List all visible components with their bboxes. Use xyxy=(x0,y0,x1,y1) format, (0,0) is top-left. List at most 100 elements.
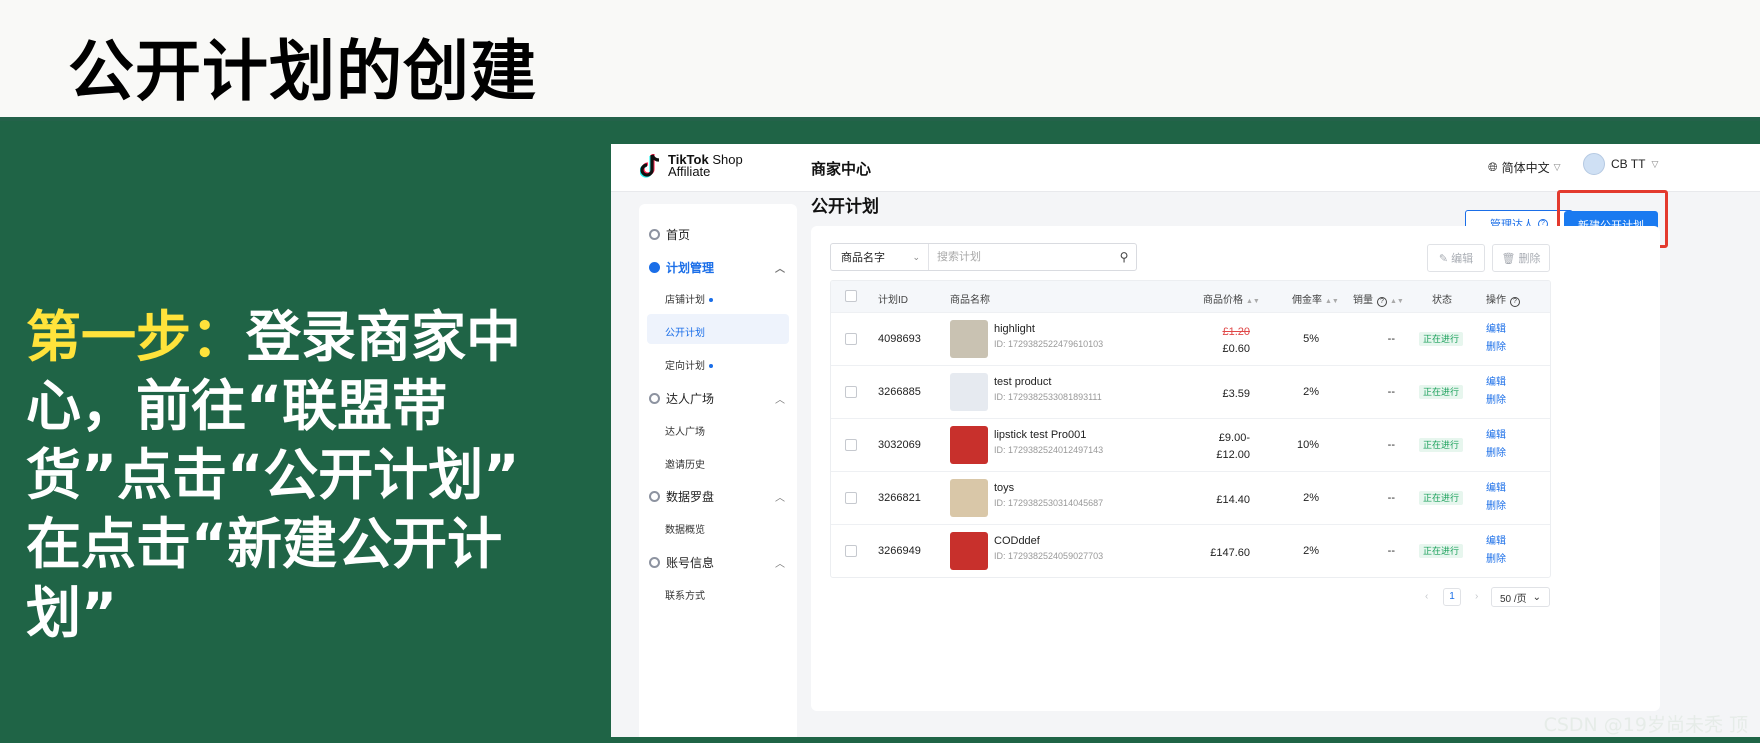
product-info: test product ID: 1729382533081893111 xyxy=(994,376,1102,402)
col-label: 操作 xyxy=(1486,295,1506,306)
table-row: 3266885 test product ID: 17293825330818931… xyxy=(831,365,1550,418)
sidebar-item-creator-square-sub[interactable]: 达人广场 xyxy=(665,423,705,438)
product-thumbnail xyxy=(950,532,988,570)
help-icon: ? xyxy=(1377,297,1387,307)
edit-link[interactable]: 编辑 xyxy=(1486,533,1506,551)
bulk-delete-button[interactable]: 🗑︎ 删除 xyxy=(1492,244,1550,272)
search-filter-select[interactable]: 商品名字 ⌄ xyxy=(831,244,929,270)
table-row: 3266821 toys ID: 1729382530314045687 £14.40… xyxy=(831,471,1550,524)
product-thumbnail xyxy=(950,479,988,517)
sidebar-item-data-compass[interactable]: 数据罗盘 ︿ xyxy=(649,488,785,505)
select-all-checkbox[interactable] xyxy=(845,290,857,302)
col-actions: 操作? xyxy=(1486,291,1520,307)
col-commission[interactable]: 佣金率 ▲▼ xyxy=(1292,291,1339,306)
sidebar-item-targeted-plan[interactable]: 定向计划 xyxy=(665,357,713,372)
sidebar-item-invite-history[interactable]: 邀请历史 xyxy=(665,456,705,471)
next-page-button[interactable]: › xyxy=(1475,591,1478,602)
sidebar-item-data-overview[interactable]: 数据概览 xyxy=(665,521,705,536)
badge-dot xyxy=(709,364,713,369)
sidebar-item-account-info[interactable]: 账号信息 ︿ xyxy=(649,554,785,571)
product-id: ID: 1729382533081893111 xyxy=(994,392,1102,402)
row-checkbox[interactable] xyxy=(845,439,857,451)
row-actions: 编辑 删除 xyxy=(1486,427,1506,463)
col-sales[interactable]: 销量? ▲▼ xyxy=(1353,291,1404,307)
sales-count: -- xyxy=(1387,386,1395,398)
sidebar-item-label: 计划管理 xyxy=(666,261,715,275)
language-selector[interactable]: 🌐︎ 简体中文 ▽ xyxy=(1488,159,1561,176)
status-badge: 正在进行 xyxy=(1419,491,1464,505)
row-checkbox[interactable] xyxy=(845,386,857,398)
sidebar-item-home[interactable]: 首页 xyxy=(649,226,690,243)
row-actions: 编辑 删除 xyxy=(1486,480,1506,516)
product-id: ID: 1729382522479610103 xyxy=(994,339,1104,349)
status-badge: 正在进行 xyxy=(1419,332,1464,346)
edit-link[interactable]: 编辑 xyxy=(1486,427,1506,445)
sidebar-item-creator-square[interactable]: 达人广场 ︿ xyxy=(649,390,785,407)
chevron-down-icon: ▽ xyxy=(1651,158,1659,169)
commission-rate: 10% xyxy=(1296,439,1319,451)
commission-rate: 5% xyxy=(1303,333,1319,345)
topbar-title: 商家中心 xyxy=(811,161,872,178)
slide-title: 公开计划的创建 xyxy=(68,33,537,110)
row-actions: 编辑 删除 xyxy=(1486,321,1506,357)
status-label: 正在进行 xyxy=(1419,491,1464,505)
sidebar-item-label: 数据罗盘 xyxy=(666,490,715,504)
chevron-down-icon: ⌄ xyxy=(912,251,920,262)
row-checkbox[interactable] xyxy=(845,492,857,504)
current-price: £3.59 xyxy=(1222,388,1250,400)
delete-link[interactable]: 删除 xyxy=(1486,498,1506,516)
product-info: CODddef ID: 1729382524059027703 xyxy=(994,535,1103,561)
col-label: 佣金率 xyxy=(1292,295,1322,306)
status-badge: 正在进行 xyxy=(1419,544,1464,558)
page-size-select[interactable]: 50 /页 ⌄ xyxy=(1491,587,1550,607)
prev-page-button[interactable]: ‹ xyxy=(1425,591,1428,602)
search-icon[interactable]: ⚲ xyxy=(1112,250,1136,264)
status-label: 正在进行 xyxy=(1419,438,1464,452)
tiktok-logo-icon xyxy=(640,154,660,178)
account-icon xyxy=(649,557,660,568)
col-price[interactable]: 商品价格 ▲▼ xyxy=(1203,291,1260,306)
product-name: lipstick test Pro001 xyxy=(994,429,1087,441)
page-1-button[interactable]: 1 xyxy=(1443,588,1461,606)
product-price: £9.00- £12.00 xyxy=(1171,430,1250,464)
edit-link[interactable]: 编辑 xyxy=(1486,480,1506,498)
product-thumbnail xyxy=(950,426,988,464)
affiliate-app-screenshot: TikTok Shop Affiliate 商家中心 🌐︎ 简体中文 ▽ CB … xyxy=(611,144,1760,737)
sidebar-item-shop-plan[interactable]: 店铺计划 xyxy=(665,291,713,306)
sales-count: -- xyxy=(1387,492,1395,504)
col-product-name: 商品名称 xyxy=(950,295,990,306)
badge-dot xyxy=(709,298,713,303)
bulk-edit-button[interactable]: ✎ 编辑 xyxy=(1427,244,1485,272)
sidebar-item-label: 公开计划 xyxy=(665,328,705,339)
user-menu[interactable]: CB TT ▽ xyxy=(1583,153,1658,175)
commission-rate: 2% xyxy=(1303,545,1319,557)
delete-link[interactable]: 删除 xyxy=(1486,339,1506,357)
slide-header: 公开计划的创建 xyxy=(0,0,1760,121)
button-label: 删除 xyxy=(1518,253,1541,265)
delete-link[interactable]: 删除 xyxy=(1486,392,1506,410)
product-price: £14.40 xyxy=(1171,492,1250,509)
status-label: 正在进行 xyxy=(1419,332,1464,346)
avatar xyxy=(1583,153,1605,175)
tiktok-shop-logo[interactable]: TikTok Shop Affiliate xyxy=(640,153,743,179)
product-id: ID: 1729382524012497143 xyxy=(994,445,1104,455)
edit-link[interactable]: 编辑 xyxy=(1486,321,1506,339)
sidebar-item-plan-management[interactable]: 计划管理 ︿ xyxy=(649,259,785,276)
select-value: 商品名字 xyxy=(841,252,885,264)
delete-link[interactable]: 删除 xyxy=(1486,551,1506,569)
sidebar-item-label: 邀请历史 xyxy=(665,460,705,471)
edit-link[interactable]: 编辑 xyxy=(1486,374,1506,392)
page-title: 公开计划 xyxy=(811,197,879,216)
sidebar-item-contact[interactable]: 联系方式 xyxy=(665,587,705,602)
delete-link[interactable]: 删除 xyxy=(1486,445,1506,463)
globe-icon: 🌐︎ xyxy=(1488,160,1498,174)
chevron-down-icon: ▽ xyxy=(1553,162,1561,172)
row-checkbox[interactable] xyxy=(845,545,857,557)
product-thumbnail xyxy=(950,373,988,411)
search-people-icon xyxy=(649,393,660,404)
product-name: CODddef xyxy=(994,535,1040,547)
search-input[interactable] xyxy=(929,251,1112,263)
sort-icon: ▲▼ xyxy=(1246,298,1260,305)
sidebar-item-public-plan[interactable]: 公开计划 xyxy=(665,324,705,339)
row-checkbox[interactable] xyxy=(845,333,857,345)
